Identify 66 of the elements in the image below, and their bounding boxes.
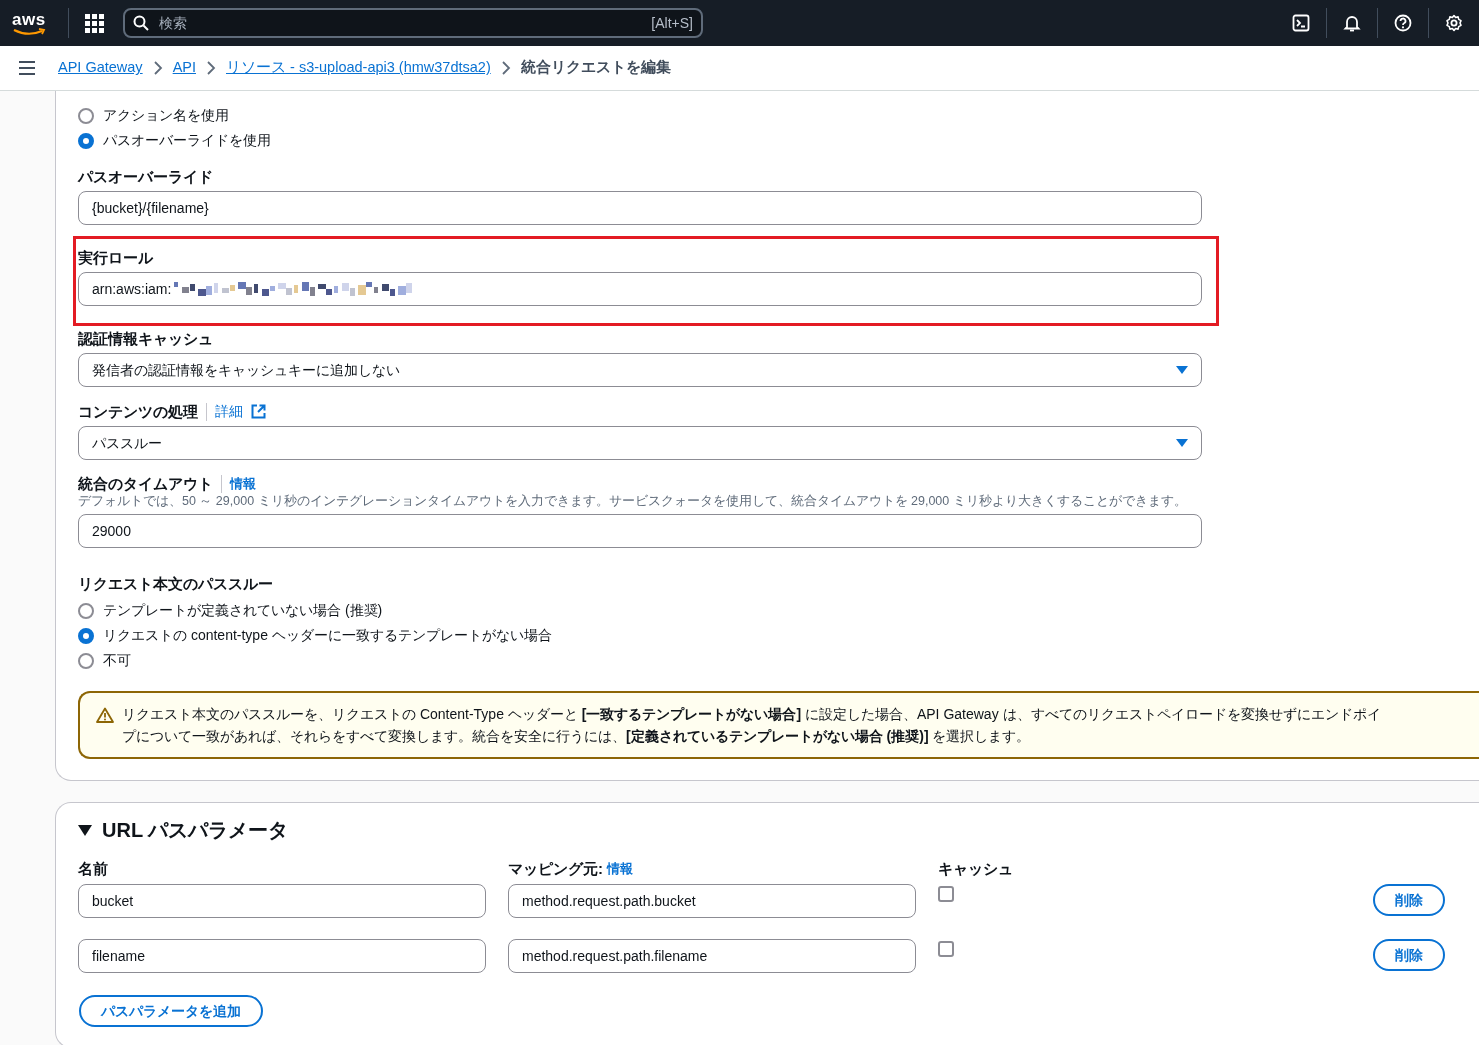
bell-icon[interactable] (1343, 14, 1361, 32)
terminal-icon[interactable] (1292, 14, 1310, 32)
chevron-right-icon (500, 61, 511, 75)
caret-down-icon[interactable] (78, 824, 92, 836)
caret-down-icon (1176, 366, 1188, 374)
select-field[interactable]: パススルー (78, 426, 1202, 460)
warning-text: リクエスト本文のパススルーを、リクエストの Content-Type ヘッダーと [一致するテンプレートがない場合] に設定した場合、API Gateway は、すべてのリクエストペイロードを変換せずにエンドポイ (122, 705, 1381, 724)
radio-button[interactable] (78, 602, 94, 619)
delete-button[interactable]: 削除 (1373, 884, 1445, 916)
delete-button[interactable]: 削除 (1373, 939, 1445, 971)
search-icon (133, 15, 149, 31)
shortcut-hint: [Alt+S] (651, 13, 693, 33)
radio-button[interactable] (78, 652, 94, 669)
input-field[interactable]: filename (78, 939, 486, 973)
info-link[interactable]: 情報 (607, 859, 633, 879)
caret-down-icon (1176, 439, 1188, 447)
breadcrumb-link[interactable]: API Gateway (58, 57, 143, 79)
field-label: 認証情報キャッシュ (78, 329, 213, 349)
external-link-icon[interactable] (251, 404, 266, 419)
menu-icon[interactable] (18, 60, 36, 76)
chevron-right-icon (152, 61, 163, 75)
select-value: パススルー (92, 433, 162, 453)
grid-menu-icon[interactable] (85, 13, 104, 33)
input-field[interactable]: arn:aws:iam: (78, 272, 1202, 306)
add-button[interactable]: パスパラメータを追加 (79, 995, 263, 1027)
checkbox[interactable] (938, 941, 954, 957)
radio-label[interactable]: テンプレートが定義されていない場合 (推奨) (103, 600, 383, 621)
chevron-right-icon (206, 61, 216, 75)
radio-label[interactable]: アクション名を使用 (103, 105, 229, 126)
help-icon[interactable] (1394, 14, 1412, 32)
input-field[interactable]: bucket (78, 884, 486, 918)
info-link[interactable]: 詳細 (215, 401, 243, 422)
input-field[interactable]: method.request.path.bucket (508, 884, 916, 918)
select-value: 発信者の認証情報をキャッシュキーに追加しない (92, 360, 400, 380)
info-link[interactable]: 情報 (230, 474, 256, 494)
field-label: パスオーバーライド (78, 167, 213, 187)
select-field[interactable]: 発信者の認証情報をキャッシュキーに追加しない (78, 353, 1202, 387)
radio-button[interactable] (78, 627, 94, 644)
radio-label[interactable]: 不可 (103, 650, 131, 671)
input-field[interactable]: {bucket}/{filename} (78, 191, 1202, 225)
aws-logo[interactable]: aws (12, 10, 46, 28)
field-label: 実行ロール (78, 248, 153, 268)
breadcrumb-link[interactable]: リソース - s3-upload-api3 (hmw37dtsa2) (226, 57, 491, 79)
breadcrumb-current: 統合リクエストを編集 (520, 58, 671, 78)
field-description: デフォルトでは、50 ～ 29,000 ミリ秒のインテグレーションタイムアウトを入力できます。サービスクォータを使用して、統合タイムアウトを 29,000 ミリ秒より大きくすることができます。 (78, 493, 1188, 510)
section-label: リクエスト本文のパススルー (78, 574, 274, 594)
column-header: マッピング元: (508, 859, 603, 879)
column-header: 名前 (78, 860, 108, 877)
field-label: コンテンツの処理 (78, 401, 198, 422)
section-title: URL パスパラメータ (102, 818, 289, 843)
input-field[interactable]: 29000 (78, 514, 1202, 548)
settings-icon[interactable] (1445, 14, 1463, 32)
radio-label[interactable]: パスオーバーライドを使用 (103, 130, 271, 151)
warning-text: プについて一致があれば、それらをすべて変換します。統合を安全に行うには、[定義されているテンプレートがない場合 (推奨)] を選択します。 (122, 727, 1032, 746)
breadcrumb-link[interactable]: API (172, 57, 196, 79)
search-bar[interactable]: 検索 [Alt+S] (123, 8, 703, 38)
warning-icon (96, 707, 114, 723)
column-header: キャッシュ (938, 859, 1013, 879)
field-label: 統合のタイムアウト (78, 474, 213, 494)
smile-arrow-icon (12, 27, 46, 36)
radio-button[interactable] (78, 107, 94, 124)
input-field[interactable]: method.request.path.filename (508, 939, 916, 973)
checkbox[interactable] (938, 886, 954, 902)
radio-label[interactable]: リクエストの content-type ヘッダーに一致するテンプレートがない場合 (103, 625, 552, 646)
radio-button[interactable] (78, 132, 94, 149)
search-input[interactable]: 検索 (157, 11, 644, 35)
